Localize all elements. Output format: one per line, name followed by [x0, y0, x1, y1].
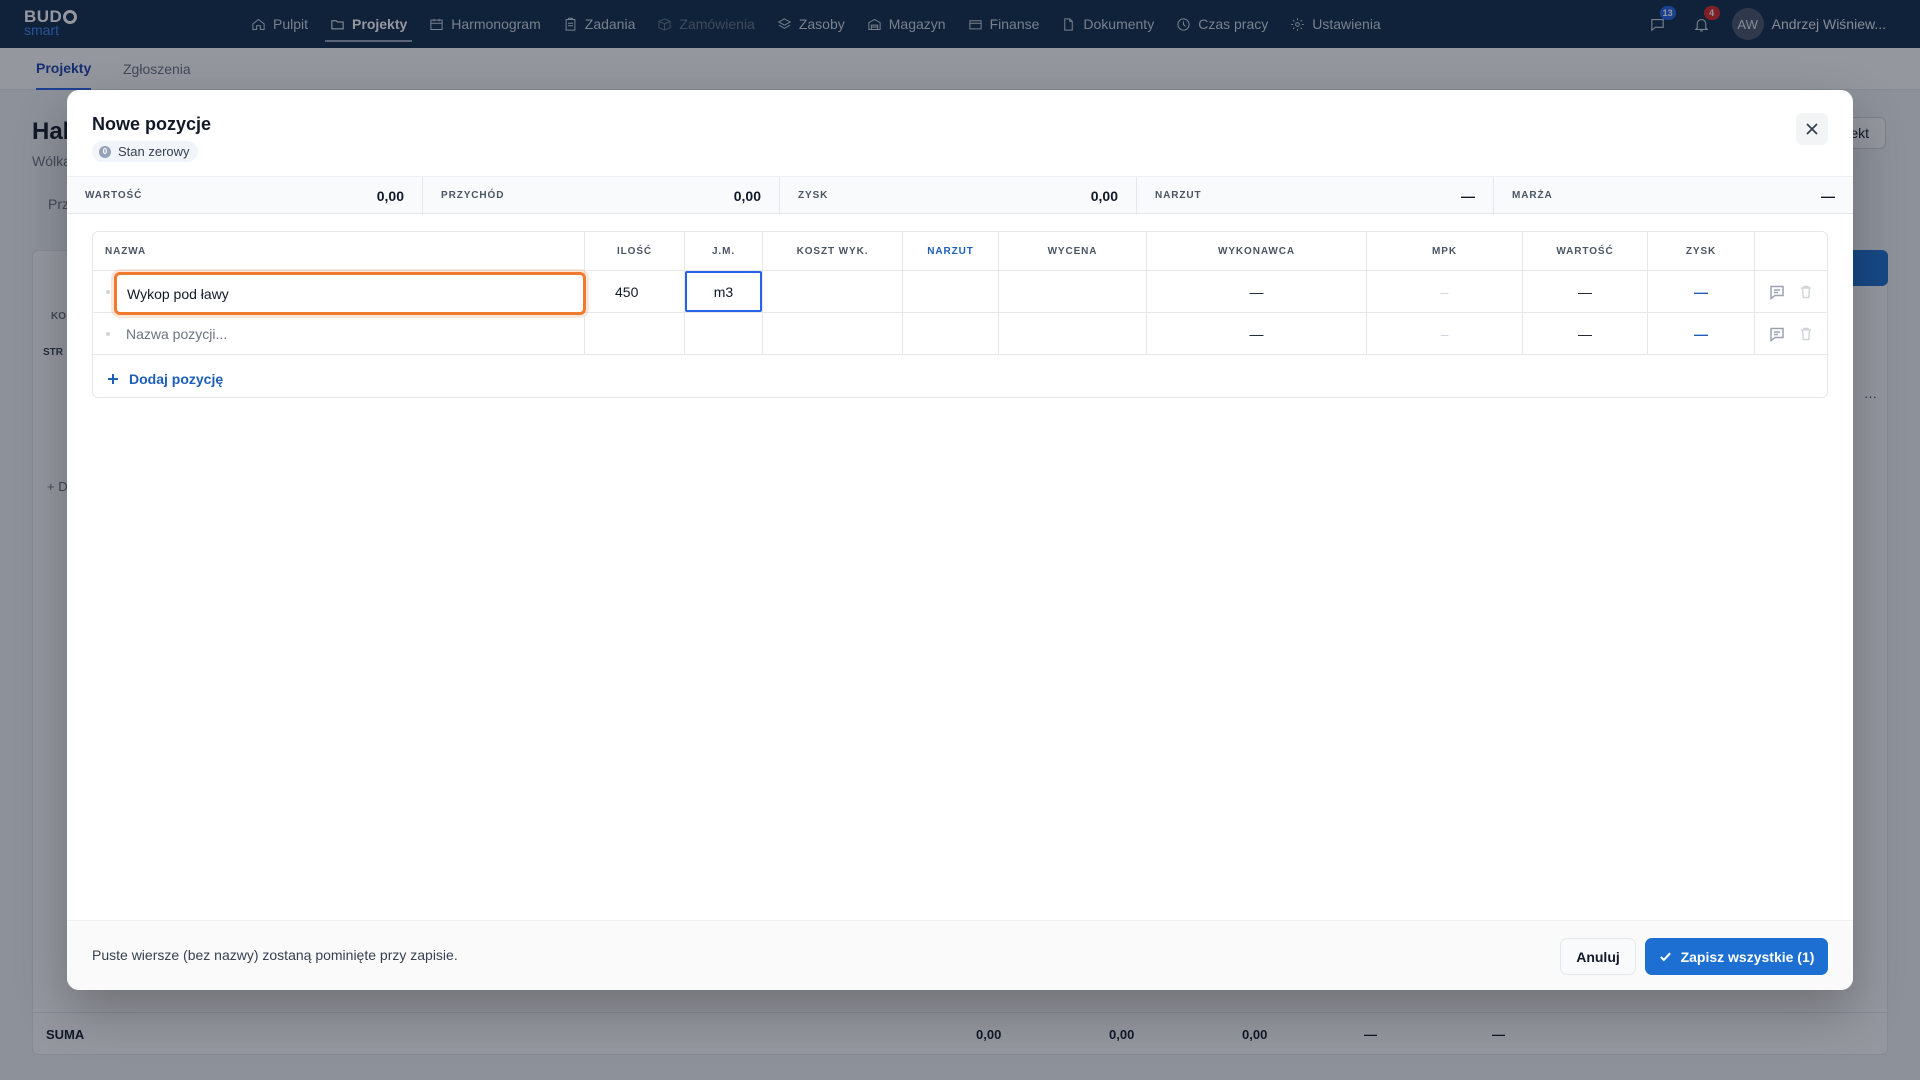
markup-cell[interactable] — [903, 271, 999, 313]
comment-icon[interactable] — [1769, 326, 1785, 342]
column-header: NARZUT — [903, 232, 999, 271]
contractor-cell[interactable]: — — [1147, 271, 1367, 313]
trash-icon[interactable] — [1798, 284, 1814, 300]
column-header: NAZWA — [93, 232, 585, 271]
column-header: WYCENA — [999, 232, 1147, 271]
mpk-cell[interactable]: – — [1367, 271, 1523, 313]
footer-note: Puste wiersze (bez nazwy) zostaną pomini… — [92, 947, 458, 963]
summary-value: WARTOŚĆ 0,00 — [67, 177, 423, 215]
markup-cell[interactable] — [903, 313, 999, 355]
stage-label: Stan zerowy — [118, 144, 190, 159]
cancel-button[interactable]: Anuluj — [1560, 938, 1636, 975]
column-header: WYKONAWCA — [1147, 232, 1367, 271]
profit-cell: — — [1648, 271, 1755, 313]
contractor-cell[interactable]: — — [1147, 313, 1367, 355]
value-cell: — — [1523, 313, 1648, 355]
modal-title: Nowe pozycje — [92, 114, 212, 134]
stage-badge: 0 — [99, 145, 111, 158]
table-row: 450 — – — — — [93, 271, 1827, 315]
unit-cell[interactable] — [685, 313, 763, 355]
row-bullet — [106, 290, 110, 294]
column-header: KOSZT WYK. — [763, 232, 903, 271]
name-cell[interactable]: Nazwa pozycji... — [93, 313, 585, 355]
summary-margin: MARŻA — — [1512, 188, 1835, 204]
column-header: J.M. — [685, 232, 763, 271]
column-header: MPK — [1367, 232, 1523, 271]
row-bullet — [106, 332, 110, 336]
new-items-modal: Nowe pozycje 0 Stan zerowy WARTOŚĆ 0,00 PR… — [67, 90, 1853, 990]
column-header: ILOŚĆ — [585, 232, 685, 271]
close-button[interactable] — [1796, 113, 1828, 145]
add-item-button[interactable]: Dodaj pozycję — [107, 369, 223, 389]
summary-profit: ZYSK 0,00 — [780, 177, 1137, 215]
save-all-button[interactable]: Zapisz wszystkie (1) — [1645, 938, 1828, 975]
column-header: ZYSK — [1648, 232, 1755, 271]
cost-cell[interactable] — [763, 271, 903, 313]
quantity-cell[interactable] — [585, 313, 685, 355]
value-cell: — — [1523, 271, 1648, 313]
valuation-cell[interactable] — [999, 313, 1147, 355]
name-cell — [93, 271, 586, 315]
unit-cell[interactable] — [685, 271, 763, 313]
table-row: Nazwa pozycji... — – — — — [93, 313, 1827, 355]
actions-cell — [1755, 271, 1827, 313]
item-name-placeholder: Nazwa pozycji... — [126, 326, 228, 342]
plus-icon — [108, 374, 118, 384]
items-table: NAZWA ILOŚĆ J.M. KOSZT WYK. NARZUT WYCENA WYKO… — [92, 231, 1828, 398]
unit-input[interactable] — [685, 271, 762, 312]
trash-icon[interactable] — [1798, 326, 1814, 342]
quantity-value: 450 — [615, 284, 639, 300]
check-icon — [1659, 952, 1671, 962]
modal-footer: Puste wiersze (bez nazwy) zostaną pomini… — [67, 920, 1853, 990]
summary-markup: NARZUT — — [1137, 177, 1494, 215]
stage-chip: 0 Stan zerowy — [92, 141, 198, 162]
column-header-actions — [1755, 232, 1827, 271]
summary-bar: WARTOŚĆ 0,00 PRZYCHÓD 0,00 ZYSK 0,00 NARZUT — MA… — [67, 176, 1853, 215]
quantity-cell[interactable]: 450 — [585, 271, 685, 313]
cost-cell[interactable] — [763, 313, 903, 355]
column-header: WARTOŚĆ — [1523, 232, 1648, 271]
close-icon — [1806, 123, 1818, 135]
mpk-cell[interactable]: – — [1367, 313, 1523, 355]
summary-revenue: PRZYCHÓD 0,00 — [423, 177, 780, 215]
comment-icon[interactable] — [1769, 284, 1785, 300]
table-header: NAZWA ILOŚĆ J.M. KOSZT WYK. NARZUT WYCENA WYKO… — [93, 232, 1827, 271]
item-name-input[interactable] — [114, 272, 586, 315]
profit-cell: — — [1648, 313, 1755, 355]
actions-cell — [1755, 313, 1827, 355]
valuation-cell[interactable] — [999, 271, 1147, 313]
